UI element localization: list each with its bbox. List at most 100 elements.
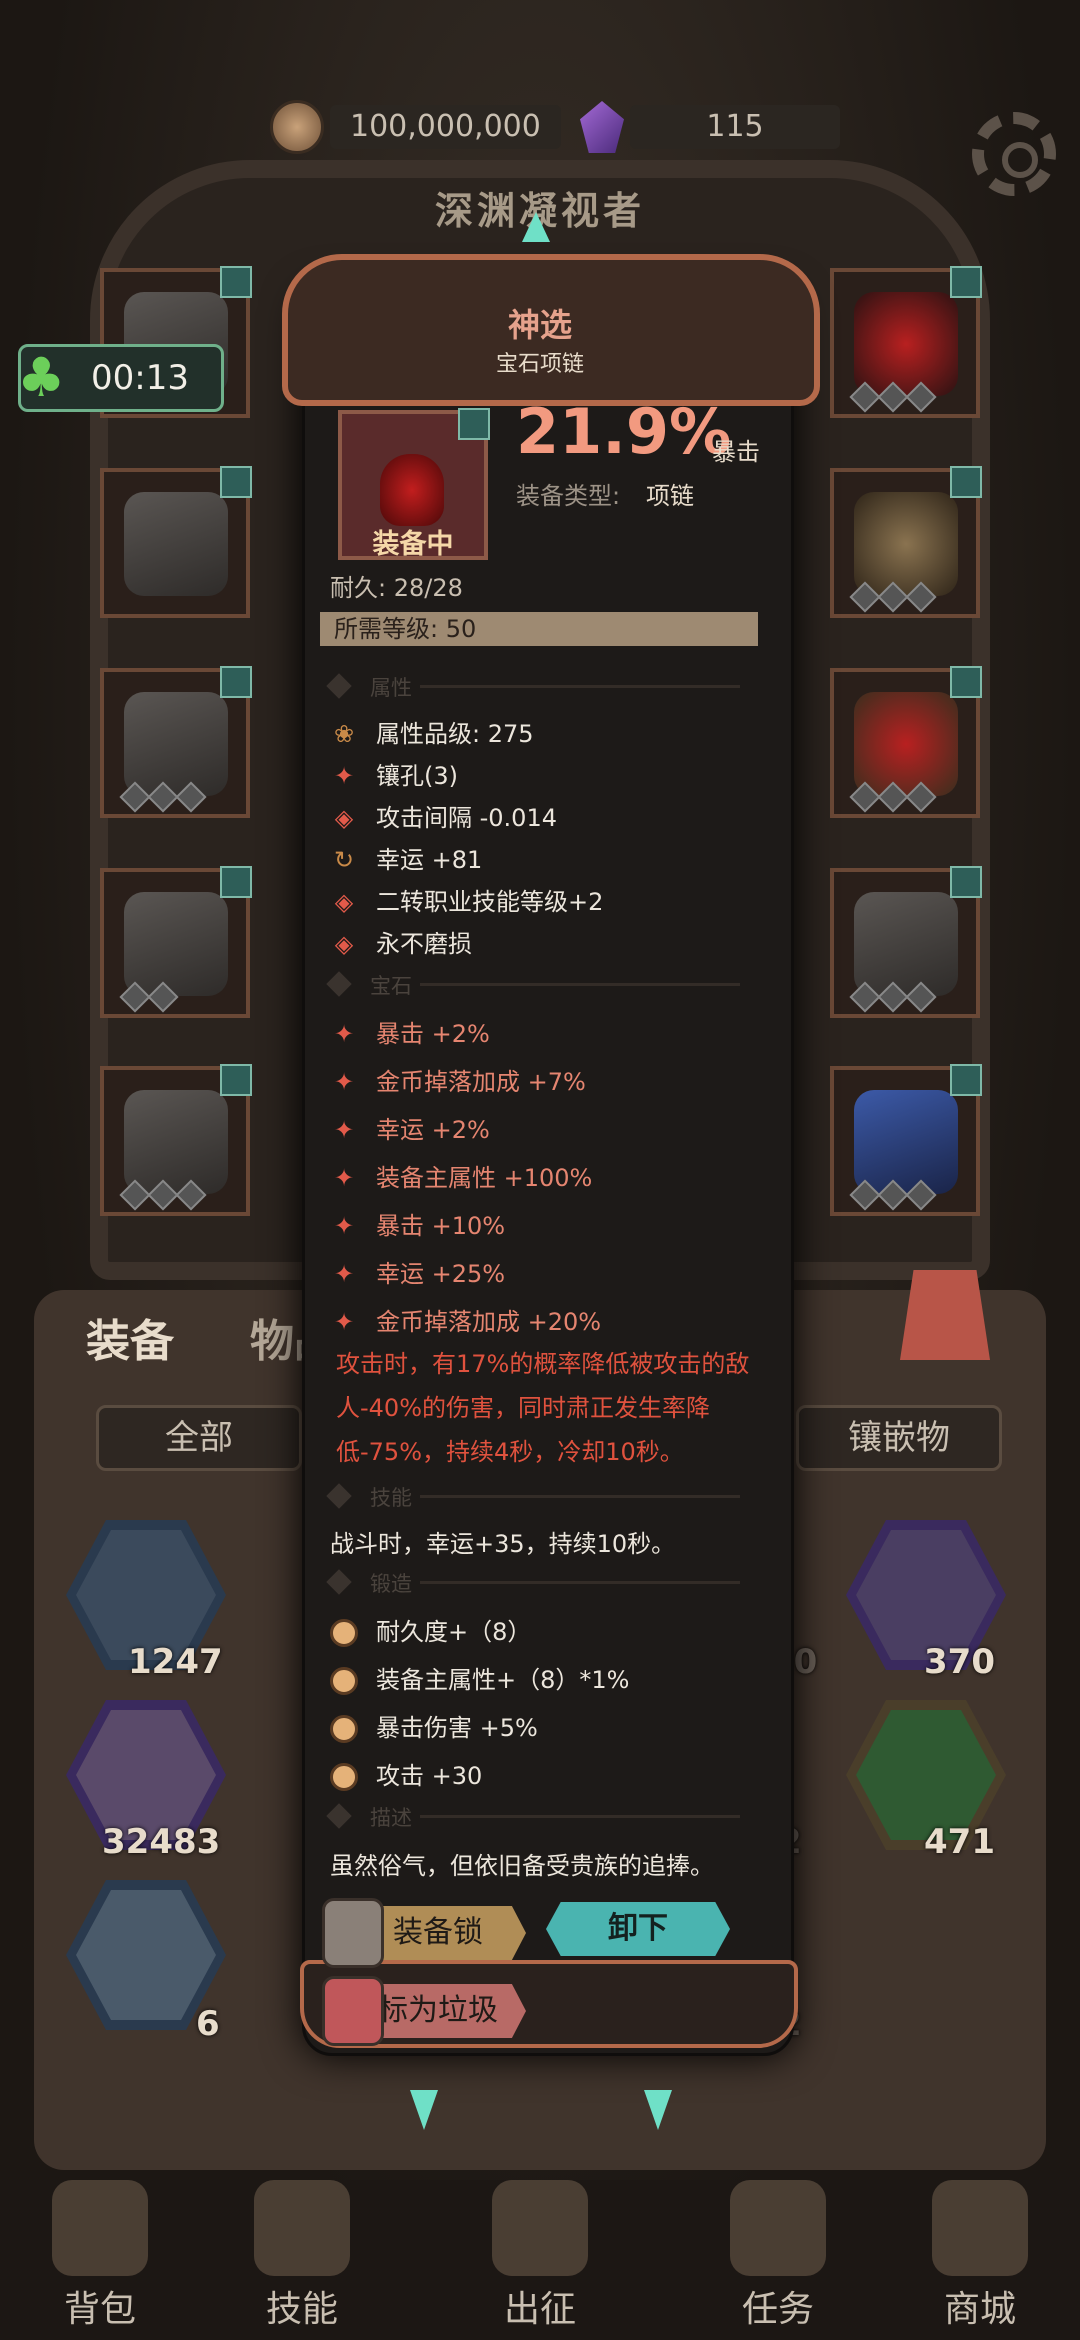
equip-slot-ring2[interactable] <box>830 666 982 818</box>
nav-backpack[interactable]: 背包 <box>30 2180 170 2332</box>
attribute-row: ✦ 镶孔(3) <box>330 756 458 791</box>
gem-sockets <box>849 1179 937 1211</box>
item-count: 471 <box>924 1822 995 1862</box>
luck-cycle-icon: ↻ <box>333 846 355 874</box>
gem-sockets <box>849 981 937 1013</box>
nav-shop[interactable]: 商城 <box>910 2180 1050 2332</box>
red-gem-necklace-icon <box>380 454 444 526</box>
equip-slot-pants[interactable] <box>100 866 252 1018</box>
arrow-diamond-icon: ◈ <box>334 888 354 916</box>
attribute-row: ◈ 永不磨损 <box>330 924 472 959</box>
crit-label: 暴击 <box>712 438 760 466</box>
arrow-diamond-icon: ◈ <box>334 930 354 958</box>
crit-value: 21.9% <box>516 395 732 468</box>
skill-text: 战斗时，幸运+35，持续10秒。 <box>330 1530 676 1558</box>
section-attributes: 属性 <box>326 673 760 700</box>
sparkle-icon: ✦ <box>333 1020 355 1048</box>
gem-sockets <box>849 581 937 613</box>
slot-tag-icon <box>220 466 252 498</box>
quest-scroll-icon <box>730 2180 826 2276</box>
settings-gear-icon[interactable] <box>972 112 1056 196</box>
attribute-row: ❀ 属性品级: 275 <box>330 714 534 749</box>
gem-sockets <box>849 381 937 413</box>
description-text: 虽然俗气，但依旧备受贵族的追捧。 <box>330 1852 714 1880</box>
sparkle-icon: ✦ <box>333 1068 355 1096</box>
equip-slot-ring1[interactable] <box>830 466 982 618</box>
trash-icon[interactable] <box>900 1270 990 1360</box>
equip-slot-shield[interactable] <box>830 1064 982 1216</box>
sparkle-icon: ✦ <box>333 1116 355 1144</box>
gloves-icon <box>124 692 228 796</box>
slot-tag-icon <box>220 1064 252 1096</box>
item-count: 6 <box>196 2004 220 2044</box>
purple-gem-icon <box>580 101 624 153</box>
equip-slot-armor[interactable] <box>100 466 252 618</box>
slot-tag-icon <box>220 866 252 898</box>
crystals-icon <box>76 1710 216 1840</box>
item-title: 神选 <box>507 306 572 344</box>
gem-sockets <box>119 981 179 1013</box>
slot-tag-icon <box>220 266 252 298</box>
filter-all[interactable]: 全部 <box>96 1405 302 1471</box>
boots-icon <box>124 1090 228 1194</box>
slot-tag-icon <box>458 408 490 440</box>
equip-slot-weapon[interactable] <box>830 866 982 1018</box>
equip-type-value: 项链 <box>646 482 694 510</box>
forge-row: 耐久度+（8） <box>330 1612 531 1647</box>
unequip-button[interactable]: 卸下 <box>546 1902 730 1956</box>
gem-row: ✦ 金币掉落加成 +7% <box>330 1062 586 1097</box>
forge-dot-icon <box>330 1763 358 1791</box>
item-subtitle: 宝石项链 <box>495 352 584 377</box>
equipped-label: 装备中 <box>372 529 454 560</box>
forge-row: 装备主属性+（8）*1% <box>330 1660 629 1695</box>
gold-currency: 100,000,000 <box>270 98 561 156</box>
durability: 耐久: 28/28 <box>330 574 463 602</box>
nav-expedition[interactable]: 出征 <box>470 2180 610 2332</box>
socket-icon: ✦ <box>333 762 355 790</box>
ring-icon <box>854 692 958 796</box>
weapon-icon <box>854 892 958 996</box>
pants-icon <box>124 892 228 996</box>
equip-slot-gloves[interactable] <box>100 666 252 818</box>
backpack-icon <box>52 2180 148 2276</box>
forge-dot-icon <box>330 1667 358 1695</box>
attribute-row: ◈ 二转职业技能等级+2 <box>330 882 604 917</box>
nav-quests[interactable]: 任务 <box>708 2180 848 2332</box>
equip-slot-boots[interactable] <box>100 1064 252 1216</box>
sparkle-icon: ✦ <box>333 1308 355 1336</box>
attribute-row: ↻ 幸运 +81 <box>330 840 482 875</box>
gem-row: ✦ 幸运 +2% <box>330 1110 490 1145</box>
nav-skills[interactable]: 技能 <box>232 2180 372 2332</box>
attribute-row: ◈ 攻击间隔 -0.014 <box>330 798 557 833</box>
bottom-nav: 背包 技能 出征 任务 商城 <box>0 2180 1080 2340</box>
arrow-diamond-icon: ◈ <box>334 804 354 832</box>
gold-coin-icon <box>270 100 324 154</box>
gem-row: ✦ 暴击 +10% <box>330 1206 505 1241</box>
ore-icon <box>76 1530 216 1660</box>
slot-tag-icon <box>950 666 982 698</box>
slot-tag-icon <box>220 666 252 698</box>
gold-amount: 100,000,000 <box>330 105 561 149</box>
item-count: 1247 <box>128 1642 223 1682</box>
tab-equipment[interactable]: 装备 <box>86 1305 174 1369</box>
required-level: 所需等级: 50 <box>320 612 758 646</box>
skill-book-icon <box>254 2180 350 2276</box>
sparkle-icon: ✦ <box>333 1260 355 1288</box>
forge-dot-icon <box>330 1619 358 1647</box>
forge-dot-icon <box>330 1715 358 1743</box>
ring-icon <box>854 492 958 596</box>
section-gems: 宝石 <box>326 971 760 998</box>
dark-ore-icon <box>856 1530 996 1660</box>
helm-icon <box>76 1890 216 2020</box>
gem-sockets <box>119 781 207 813</box>
section-skills: 技能 <box>326 1483 760 1510</box>
sparkle-icon: ✦ <box>333 1164 355 1192</box>
crystal-ornament-icon <box>644 2090 672 2130</box>
gem-amount: 115 <box>630 105 840 149</box>
equip-type-key: 装备类型: <box>516 482 621 510</box>
armor-icon <box>124 492 228 596</box>
forge-row: 暴击伤害 +5% <box>330 1708 538 1743</box>
slot-tag-icon <box>950 1064 982 1096</box>
slot-tag-icon <box>950 466 982 498</box>
filter-inlays[interactable]: 镶嵌物 <box>796 1405 1002 1471</box>
